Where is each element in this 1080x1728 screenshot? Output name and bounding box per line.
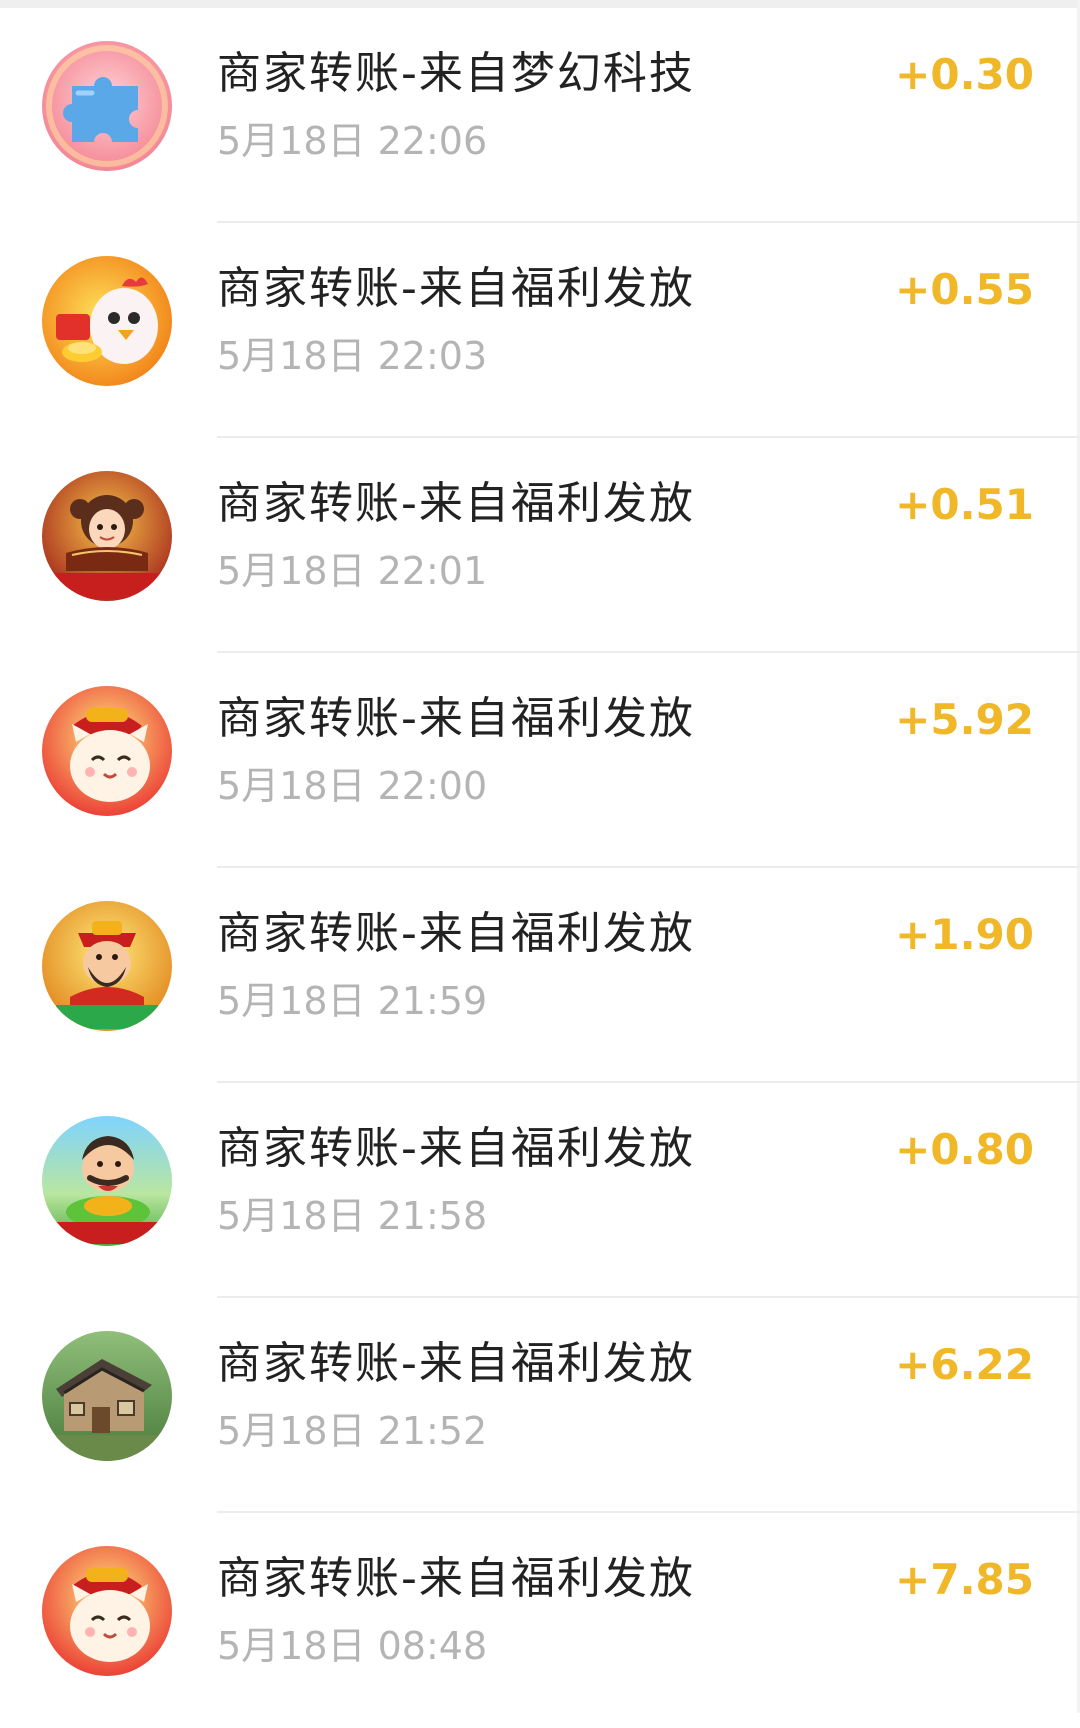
transaction-row[interactable]: 商家转账-来自福利发放 5月18日 21:58 +0.80 [0,1083,1080,1298]
transaction-title: 商家转账-来自梦幻科技 [217,48,695,99]
transaction-time: 5月18日 08:48 [217,1624,488,1668]
transaction-time: 5月18日 21:52 [217,1409,488,1453]
girl-book-app-icon [42,471,172,601]
lucky-cat-app-icon [42,686,172,816]
house-app-icon [42,1331,172,1461]
transaction-row[interactable]: 商家转账-来自福利发放 5月18日 22:00 +5.92 [0,653,1080,868]
chicken-app-icon [42,256,172,386]
transaction-row[interactable]: 商家转账-来自福利发放 5月18日 22:03 +0.55 [0,223,1080,438]
transaction-amount: +0.51 [895,480,1034,529]
farmer-app-icon [42,1116,172,1246]
transaction-amount: +5.92 [895,695,1034,744]
transaction-time: 5月18日 22:06 [217,119,488,163]
transaction-amount: +0.55 [895,265,1034,314]
transaction-amount: +0.80 [895,1125,1034,1174]
transaction-amount: +7.85 [895,1555,1034,1604]
transaction-title: 商家转账-来自福利发放 [217,693,695,744]
transaction-title: 商家转账-来自福利发放 [217,1553,695,1604]
transaction-time: 5月18日 22:00 [217,764,488,808]
transaction-time: 5月18日 22:03 [217,334,488,378]
transaction-row[interactable]: 商家转账-来自福利发放 5月18日 22:01 +0.51 [0,438,1080,653]
transaction-title: 商家转账-来自福利发放 [217,263,695,314]
transaction-list: 商家转账-来自梦幻科技 5月18日 22:06 +0.30 商家转账-来自福利发… [0,8,1080,1728]
transaction-title: 商家转账-来自福利发放 [217,478,695,529]
transaction-time: 5月18日 22:01 [217,549,488,593]
transaction-amount: +1.90 [895,910,1034,959]
transaction-amount: +6.22 [895,1340,1034,1389]
lucky-cat-app-icon [42,1546,172,1676]
top-separator [0,0,1080,8]
transaction-title: 商家转账-来自福利发放 [217,908,695,959]
transaction-row[interactable]: 商家转账-来自福利发放 5月18日 08:48 +7.85 [0,1513,1080,1728]
transaction-row[interactable]: 商家转账-来自梦幻科技 5月18日 22:06 +0.30 [0,8,1080,223]
transaction-amount: +0.30 [895,50,1034,99]
transaction-row[interactable]: 商家转账-来自福利发放 5月18日 21:52 +6.22 [0,1298,1080,1513]
transaction-title: 商家转账-来自福利发放 [217,1338,695,1389]
transaction-title: 商家转账-来自福利发放 [217,1123,695,1174]
transaction-time: 5月18日 21:58 [217,1194,488,1238]
transaction-row[interactable]: 商家转账-来自福利发放 5月18日 21:59 +1.90 [0,868,1080,1083]
transaction-time: 5月18日 21:59 [217,979,488,1023]
puzzle-app-icon [42,41,172,171]
fortune-god-app-icon [42,901,172,1031]
